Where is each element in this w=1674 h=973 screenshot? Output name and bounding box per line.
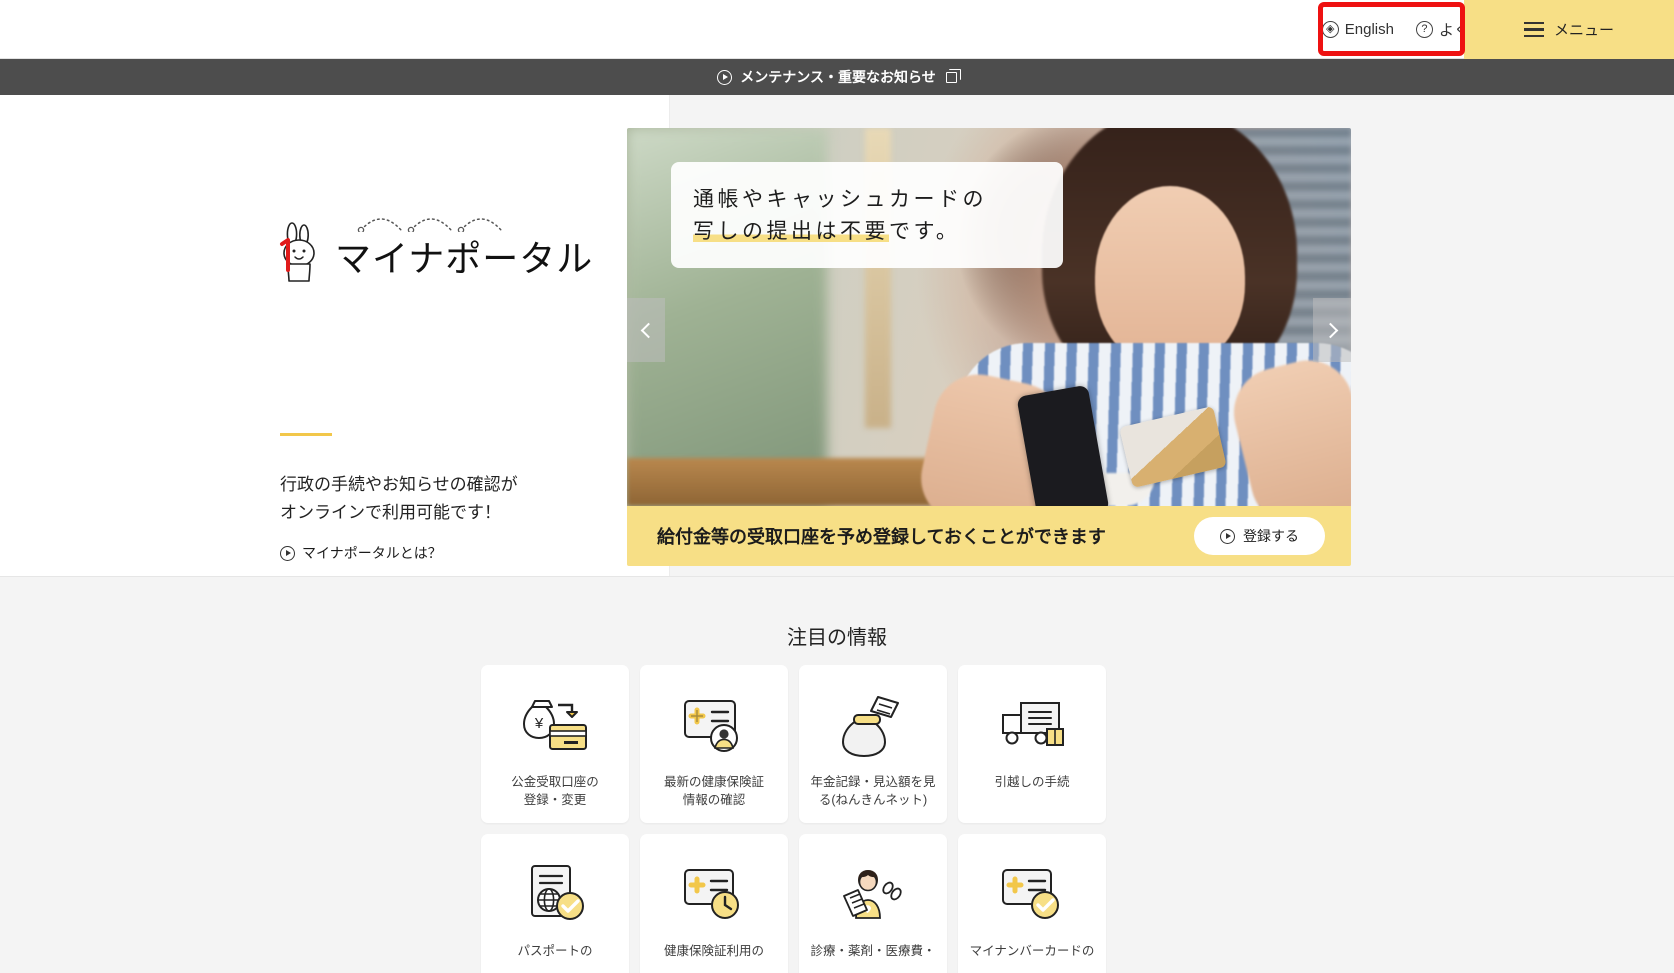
about-mynaportal-link[interactable]: マイナポータルとは？: [280, 543, 442, 563]
english-label: English: [1345, 21, 1394, 38]
rabbit-mascot-logo: [273, 222, 327, 289]
mynumber-card-check-icon: [995, 856, 1069, 930]
insurance-clock-icon: [677, 856, 751, 930]
featured-card-label: パスポートの: [489, 942, 621, 960]
featured-card-label: 公金受取口座の 登録・変更: [489, 773, 621, 809]
page-root: ◈ English ? よくあるご質問 ログイン メニュー: [0, 0, 1674, 973]
chevron-left-icon: [640, 322, 656, 338]
passport-check-icon: [518, 856, 592, 930]
featured-card-label: 最新の健康保険証 情報の確認: [648, 773, 780, 809]
featured-card[interactable]: パスポートの: [481, 834, 629, 973]
menu-button[interactable]: メニュー: [1464, 0, 1674, 59]
play-circle-icon: [1220, 529, 1235, 544]
brand-name: マイナポータル: [335, 238, 593, 279]
featured-card[interactable]: 診療・薬剤・医療費・: [799, 834, 947, 973]
moving-truck-icon: [995, 687, 1069, 761]
play-circle-icon: [280, 546, 295, 561]
menu-label: メニュー: [1554, 19, 1614, 40]
featured-card[interactable]: 健康保険証利用の: [640, 834, 788, 973]
slide-footer-text: 給付金等の受取口座を予め登録しておくことができます: [657, 523, 1106, 549]
maintenance-notice-link[interactable]: メンテナンス・重要なお知らせ: [717, 67, 956, 87]
featured-card[interactable]: 最新の健康保険証 情報の確認: [640, 665, 788, 823]
question-circle-icon: ?: [1416, 21, 1433, 38]
brand-divider: [280, 433, 332, 436]
globe-icon: ◈: [1322, 21, 1339, 38]
hero-carousel-panel: 通帳やキャッシュカードの 写しの提出は不要です。 給付金等の受取口座を予め登録し…: [670, 95, 1674, 576]
featured-card[interactable]: マイナンバーカードの: [958, 834, 1106, 973]
svg-text:¥: ¥: [534, 715, 544, 732]
featured-card-label: 引越しの手続: [966, 773, 1098, 791]
featured-card-label: 年金記録・見込額を見 る(ねんきんネット): [807, 773, 939, 809]
featured-card-label: 健康保険証利用の: [648, 942, 780, 960]
slide-caption: 通帳やキャッシュカードの 写しの提出は不要です。: [671, 162, 1063, 268]
chevron-right-icon: [1322, 322, 1338, 338]
featured-cards-grid: ¥ 公金受取口座の 登録・変更: [481, 665, 1101, 973]
register-cta-label: 登録する: [1243, 526, 1299, 546]
register-cta-button[interactable]: 登録する: [1194, 517, 1325, 555]
hero-tagline: 行政の手続やお知らせの確認が オンラインで利用可能です！: [280, 471, 610, 526]
money-bag-card-icon: ¥: [518, 687, 592, 761]
caption-line-2: 写しの提出は不要です。: [693, 216, 1041, 248]
language-switch-english[interactable]: ◈ English: [1322, 21, 1394, 38]
featured-card[interactable]: ¥ 公金受取口座の 登録・変更: [481, 665, 629, 823]
brand-lockup: マイナポータル: [273, 222, 593, 289]
pension-purse-icon: [836, 687, 910, 761]
carousel-prev-button[interactable]: [627, 298, 665, 362]
featured-section-title: 注目の情報: [0, 621, 1674, 650]
hamburger-icon: [1524, 22, 1544, 37]
hero-section: マイナポータル 行政の手続やお知らせの確認が オンラインで利用可能です！ マイナ…: [0, 95, 1674, 576]
featured-card-label: 診療・薬剤・医療費・: [807, 942, 939, 960]
featured-information-section: 注目の情報 ¥ 公金受取口座の 登録・変更: [0, 576, 1674, 973]
health-insurance-person-icon: [677, 687, 751, 761]
featured-card[interactable]: 引越しの手続: [958, 665, 1106, 823]
hero-branding-panel: マイナポータル 行政の手続やお知らせの確認が オンラインで利用可能です！ マイナ…: [0, 95, 670, 576]
carousel-next-button[interactable]: [1313, 298, 1351, 362]
external-link-icon: [946, 72, 957, 83]
caption-tail: です。: [889, 220, 960, 243]
featured-card[interactable]: 年金記録・見込額を見 る(ねんきんネット): [799, 665, 947, 823]
maintenance-notice-bar: メンテナンス・重要なお知らせ: [0, 59, 1674, 95]
promo-carousel: 通帳やキャッシュカードの 写しの提出は不要です。 給付金等の受取口座を予め登録し…: [627, 128, 1351, 566]
caption-highlight: 写しの提出は不要: [693, 220, 889, 243]
play-circle-icon: [717, 70, 732, 85]
maintenance-notice-text: メンテナンス・重要なお知らせ: [740, 67, 935, 87]
slide-footer-bar: 給付金等の受取口座を予め登録しておくことができます 登録する: [627, 506, 1351, 566]
top-utility-bar: ◈ English ? よくあるご質問 ログイン メニュー: [0, 0, 1674, 59]
caption-line-1: 通帳やキャッシュカードの: [693, 184, 1041, 216]
about-link-label: マイナポータルとは？: [302, 543, 442, 563]
medical-records-person-icon: [836, 856, 910, 930]
featured-card-label: マイナンバーカードの: [966, 942, 1098, 960]
